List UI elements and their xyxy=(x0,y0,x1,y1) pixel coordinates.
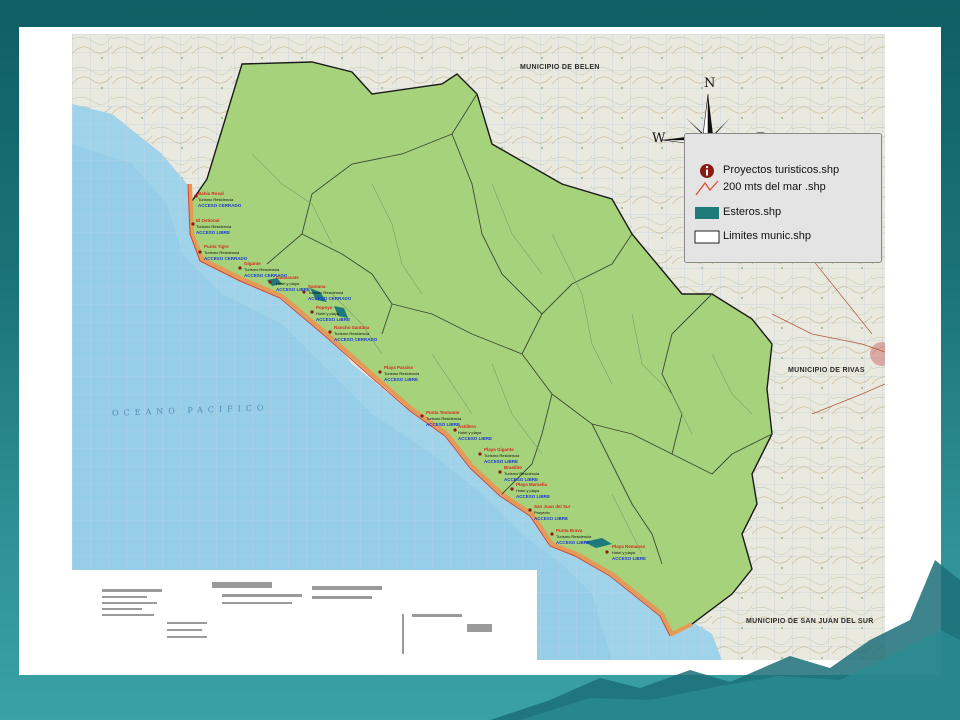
site-access: ACCESO LIBRE xyxy=(426,422,461,427)
site-label[interactable]: Brasilito Turismo Residencia ACCESO LIBRE xyxy=(504,465,539,483)
site-label[interactable]: Santana Turismo Residencia ACCESO CERRADO xyxy=(308,284,351,302)
site-access: ACCESO LIBRE xyxy=(196,230,231,235)
legend-label: Limites munic.shp xyxy=(723,230,812,242)
site-access: ACCESO LIBRE xyxy=(276,287,311,292)
site-label[interactable]: El Ostional Turismo Residencia ACCESO LIBR… xyxy=(196,218,231,236)
site-label[interactable]: Astillero Hotel y playa ACCESO LIBRE xyxy=(458,424,492,442)
site-label[interactable]: Playa Gigante Turismo Residencia ACCESO LI… xyxy=(484,447,519,465)
legend-label: 200 mts del mar .shp xyxy=(723,181,826,193)
site-access: ACCESO LIBRE xyxy=(458,436,493,441)
estuary-swatch-icon xyxy=(693,204,721,222)
site-access: ACCESO CERRADO xyxy=(308,296,352,301)
site-access: ACCESO CERRADO xyxy=(334,337,378,342)
map-legend: Proyectos turisticos.shp 200 mts del mar… xyxy=(684,133,882,263)
legend-item-200mts: 200 mts del mar .shp xyxy=(693,179,879,197)
site-access: ACCESO LIBRE xyxy=(316,317,351,322)
legend-label: Proyectos turisticos.shp xyxy=(723,164,840,176)
legend-label: Esteros.shp xyxy=(723,206,782,218)
site-label[interactable]: Punta Teonoste Turismo Residencia ACCESO L… xyxy=(426,410,461,428)
site-label[interactable]: San Juan del Sur Proyecto ACCESO LIBRE xyxy=(534,504,571,522)
label-municipio-belen: MUNICIPIO DE BELEN xyxy=(520,64,600,71)
compass-west: W xyxy=(652,131,666,146)
coast-line-icon xyxy=(693,179,721,197)
boundary-swatch-icon xyxy=(693,228,721,246)
site-label[interactable]: Popoyo Hotel y playa ACCESO LIBRE xyxy=(316,305,350,323)
site-access: ACCESO CERRADO xyxy=(204,256,248,261)
site-label[interactable]: Punta Brava Turismo Residencia ACCESO LIBR… xyxy=(556,528,591,546)
site-access: ACCESO LIBRE xyxy=(516,494,551,499)
site-label[interactable]: Playa Paraiso Turismo Residencia ACCESO LI… xyxy=(384,365,419,383)
site-access: ACCESO LIBRE xyxy=(384,377,419,382)
site-label[interactable]: Guasacate Hotel y playa ACCESO LIBRE xyxy=(276,275,310,293)
legend-item-proyectos: Proyectos turisticos.shp xyxy=(693,162,879,180)
legend-item-limites: Limites munic.shp xyxy=(693,228,879,246)
site-label[interactable]: Playa Marsella Hotel y playa ACCESO LIBRE xyxy=(516,482,550,500)
site-access: ACCESO LIBRE xyxy=(534,516,569,521)
compass-north: N xyxy=(704,76,716,91)
label-municipio-rivas: MUNICIPIO DE RIVAS xyxy=(788,367,865,374)
mountain-decoration xyxy=(490,560,960,720)
legend-item-esteros: Esteros.shp xyxy=(693,204,879,222)
site-label[interactable]: Punta Tigre Turismo Residencia ACCESO CERR… xyxy=(204,244,247,262)
site-label[interactable]: Rancho Santana Turismo Residencia ACCESO C… xyxy=(334,325,377,343)
site-access: ACCESO LIBRE xyxy=(556,540,591,545)
info-point-icon xyxy=(693,162,721,180)
site-label[interactable]: Bahia Rosal Turismo Residencia ACCESO CERR… xyxy=(198,191,241,209)
site-access: ACCESO CERRADO xyxy=(198,203,242,208)
